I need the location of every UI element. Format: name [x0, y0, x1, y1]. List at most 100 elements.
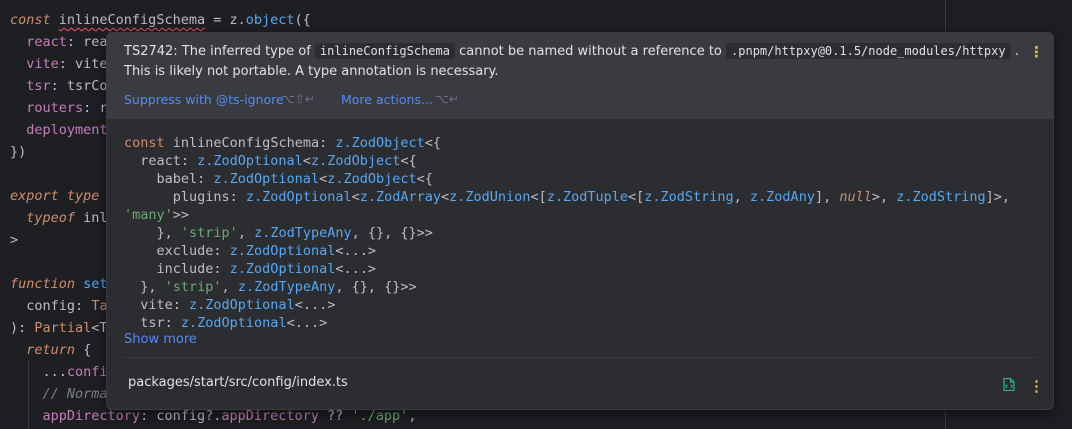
file-path: packages/start/src/config/index.ts — [128, 375, 348, 390]
code-token: ]>, — [985, 189, 1011, 205]
code-token: z.ZodOptional — [180, 315, 287, 331]
error-tooltip-popup: TS2742: The inferred type of inlineConfi… — [106, 32, 1054, 410]
code-token: z.ZodTuple — [546, 189, 628, 205]
code-token: ... — [10, 364, 67, 380]
code-token: z.ZodOptional — [229, 261, 336, 277]
code-token: z.ZodOptional — [189, 297, 295, 313]
code-token: z.ZodOptional — [229, 243, 336, 259]
code-token: <...> — [335, 243, 376, 259]
error-message-line-2: This is likely not portable. A type anno… — [124, 64, 499, 79]
code-token: exclude: — [124, 243, 230, 259]
code-token: inlineConfigSchema: — [172, 135, 336, 151]
code-line: routers: r — [10, 99, 108, 117]
error-message-header: TS2742: The inferred type of inlineConfi… — [107, 33, 1053, 119]
code-token: : config?. — [140, 408, 222, 424]
error-text: TS2742: The inferred type of — [124, 44, 315, 59]
code-line: return { — [10, 341, 91, 359]
code-token: z.ZodTypeAny — [254, 225, 352, 241]
code-token: . — [237, 12, 246, 28]
code-token: react — [26, 34, 67, 50]
code-token: <[ — [627, 189, 645, 205]
code-token: // Norma — [10, 386, 108, 402]
code-token: > — [10, 232, 19, 248]
signature-line: const inlineConfigSchema: z.ZodObject<{ — [124, 134, 1010, 152]
code-token: }, — [124, 225, 181, 241]
code-token: , — [221, 279, 238, 295]
code-token: : — [75, 298, 92, 314]
code-token: z.ZodObject — [335, 135, 425, 151]
signature-line: vite: z.ZodOptional<...> — [124, 296, 1010, 314]
file-source-icon[interactable] — [1003, 378, 1015, 391]
code-line: deployment — [10, 121, 108, 139]
suppress-ts-ignore-action[interactable]: Suppress with @ts-ignore — [124, 92, 284, 107]
more-actions-link[interactable]: More actions... — [341, 92, 433, 107]
code-token: confi — [66, 364, 108, 380]
footer-more-vertical-icon[interactable]: ⋮ — [1029, 379, 1044, 394]
code-line: > — [10, 231, 18, 249]
code-token: include: — [124, 261, 230, 277]
reference-chip: .pnpm/httpxy@0.1.5/node_modules/httpxy — [726, 43, 1011, 59]
error-message-line-1: TS2742: The inferred type of inlineConfi… — [124, 43, 1019, 59]
code-token: z.ZodUnion — [449, 189, 531, 205]
code-token: set — [83, 276, 108, 292]
code-token: const — [10, 12, 59, 28]
signature-line: tsr: z.ZodOptional<...> — [124, 314, 1010, 332]
code-token: return — [26, 342, 76, 358]
signature-line: exclude: z.ZodOptional<...> — [124, 242, 1010, 260]
code-token: : r — [83, 100, 108, 116]
code-token: ], — [814, 189, 840, 205]
code-token: , {}, {}>> — [335, 279, 417, 295]
code-token: vite — [26, 56, 59, 72]
code-token: z.ZodString — [644, 189, 734, 205]
code-token: z.ZodOptional — [245, 189, 352, 205]
header-more-vertical-icon[interactable]: ⋮ — [1029, 45, 1044, 60]
code-token: ?? — [318, 408, 352, 424]
code-token: Partial — [34, 320, 92, 336]
code-token: z.ZodTypeAny — [237, 279, 336, 295]
code-token: }) — [10, 144, 27, 160]
code-token: <{ — [400, 153, 417, 169]
code-token: { — [75, 342, 92, 358]
code-token: plugins: — [124, 189, 246, 205]
signature-line: plugins: z.ZodOptional<z.ZodArray<z.ZodU… — [124, 188, 1010, 206]
code-token: z.ZodOptional — [197, 153, 303, 169]
signature-line: }, 'strip', z.ZodTypeAny, {}, {}>> — [124, 278, 1010, 296]
type-signature: const inlineConfigSchema: z.ZodObject<{ … — [124, 134, 1010, 332]
code-token: vite: — [124, 297, 190, 313]
code-token: , {}, {}>> — [351, 225, 433, 241]
code-token: >, — [871, 189, 897, 205]
code-token: ): — [10, 320, 35, 336]
code-token: = — [205, 12, 230, 28]
code-token: deployment — [26, 122, 108, 138]
error-text: . — [1010, 44, 1019, 59]
code-line: const inlineConfigSchema = z.object({ — [10, 11, 311, 29]
code-token: react: — [124, 153, 198, 169]
code-line: vite: vite — [10, 55, 107, 73]
code-line: ): Partial<T — [10, 319, 108, 337]
error-text: cannot be named without a reference to — [454, 44, 727, 59]
code-token: config — [26, 298, 76, 314]
signature-line: react: z.ZodOptional<z.ZodObject<{ — [124, 152, 1010, 170]
code-token: : rea — [66, 34, 108, 50]
code-token: <[ — [530, 189, 547, 205]
code-token: routers — [26, 100, 84, 116]
signature-line: include: z.ZodOptional<...> — [124, 260, 1010, 278]
code-token: inl — [83, 210, 108, 226]
code-token: , — [237, 225, 255, 241]
symbol-chip: inlineConfigSchema — [314, 43, 455, 59]
code-token: <{ — [416, 171, 433, 187]
code-line: }) — [10, 143, 26, 161]
code-token: < — [302, 153, 311, 169]
code-token: tsr: — [124, 315, 181, 331]
code-token: const — [124, 135, 173, 151]
show-more-link[interactable]: Show more — [124, 332, 197, 347]
code-token: null — [839, 189, 872, 205]
code-token: './app' — [351, 408, 409, 424]
